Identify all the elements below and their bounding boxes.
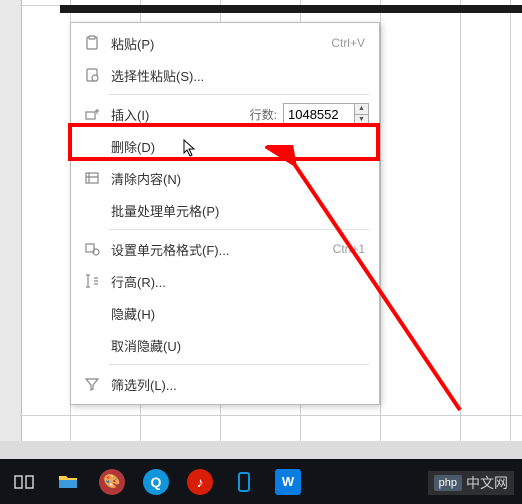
- menu-label: 筛选列(L)...: [103, 375, 369, 394]
- menu-hide[interactable]: 隐藏(H): [71, 297, 379, 329]
- insert-icon: [81, 105, 103, 123]
- menu-label: 批量处理单元格(P): [103, 201, 369, 220]
- menu-divider: [109, 94, 369, 95]
- menu-clear-content[interactable]: 清除内容(N): [71, 162, 379, 194]
- menu-paste[interactable]: 粘贴(P) Ctrl+V: [71, 27, 379, 59]
- menu-row-height[interactable]: 行高(R)...: [71, 265, 379, 297]
- rows-label: 行数:: [250, 106, 277, 123]
- row-header-column: [0, 0, 22, 445]
- menu-shortcut: Ctrl+1: [333, 242, 369, 256]
- qq-icon[interactable]: Q: [134, 463, 178, 501]
- menu-label: 删除(D): [103, 137, 369, 156]
- palette-icon[interactable]: 🎨: [90, 463, 134, 501]
- spinner-down[interactable]: ▼: [355, 115, 368, 125]
- top-selection-bar: [60, 5, 522, 13]
- netease-music-icon[interactable]: ♪: [178, 463, 222, 501]
- rows-input[interactable]: [283, 103, 355, 125]
- wps-icon[interactable]: W: [266, 463, 310, 501]
- menu-label: 隐藏(H): [103, 304, 369, 323]
- menu-label: 选择性粘贴(S)...: [103, 66, 369, 85]
- menu-label: 设置单元格格式(F)...: [103, 240, 333, 259]
- watermark-logo: php: [434, 475, 462, 491]
- batch-icon: [81, 201, 103, 219]
- hide-icon: [81, 304, 103, 322]
- watermark-text: 中文网: [466, 473, 508, 493]
- format-cells-icon: [81, 240, 103, 258]
- phone-icon[interactable]: [222, 463, 266, 501]
- menu-filter-column[interactable]: 筛选列(L)...: [71, 368, 379, 400]
- paste-special-icon: [81, 66, 103, 84]
- menu-divider: [109, 229, 369, 230]
- row-height-icon: [81, 272, 103, 290]
- clear-icon: [81, 169, 103, 187]
- menu-delete[interactable]: 删除(D): [71, 130, 379, 162]
- spinner-up[interactable]: ▲: [355, 104, 368, 115]
- filter-icon: [81, 375, 103, 393]
- menu-shortcut: Ctrl+V: [331, 36, 369, 50]
- menu-batch-cells[interactable]: 批量处理单元格(P): [71, 194, 379, 226]
- watermark: php 中文网: [428, 471, 514, 495]
- paste-icon: [81, 34, 103, 52]
- context-menu: 粘贴(P) Ctrl+V 选择性粘贴(S)... 插入(I) 行数: ▲ ▼ 删…: [70, 22, 380, 405]
- menu-label: 粘贴(P): [103, 34, 331, 53]
- delete-icon: [81, 137, 103, 155]
- menu-format-cells[interactable]: 设置单元格格式(F)... Ctrl+1: [71, 233, 379, 265]
- menu-label: 行高(R)...: [103, 272, 369, 291]
- bottom-strip: [0, 441, 522, 459]
- task-view-icon[interactable]: [2, 463, 46, 501]
- unhide-icon: [81, 336, 103, 354]
- menu-label: 清除内容(N): [103, 169, 369, 188]
- menu-label: 取消隐藏(U): [103, 336, 369, 355]
- menu-divider: [109, 364, 369, 365]
- file-explorer-icon[interactable]: [46, 463, 90, 501]
- menu-label: 插入(I): [103, 105, 163, 124]
- menu-unhide[interactable]: 取消隐藏(U): [71, 329, 379, 361]
- rows-spinner: ▲ ▼: [355, 103, 369, 125]
- menu-insert-row[interactable]: 插入(I) 行数: ▲ ▼: [71, 98, 379, 130]
- menu-paste-special[interactable]: 选择性粘贴(S)...: [71, 59, 379, 91]
